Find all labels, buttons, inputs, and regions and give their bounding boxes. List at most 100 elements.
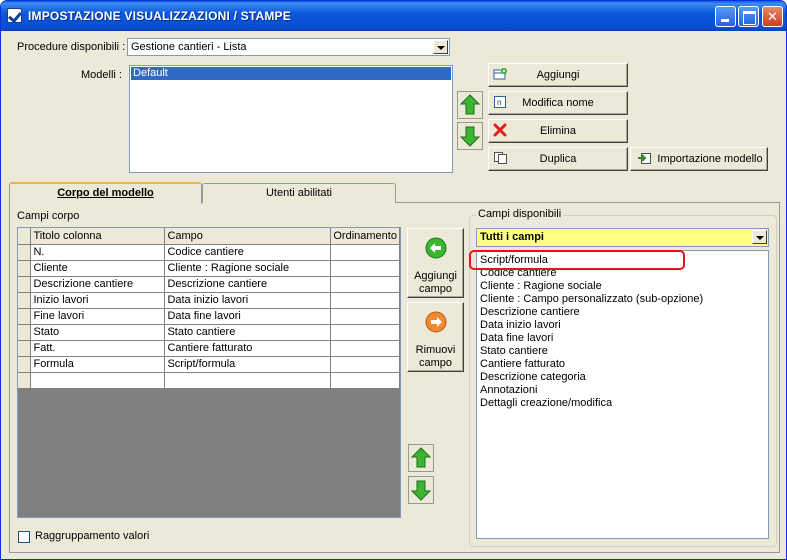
elimina-button[interactable]: Elimina [488, 119, 628, 143]
table-row[interactable]: Descrizione cantiere Descrizione cantier… [18, 276, 400, 293]
table-row[interactable]: N. Codice cantiere [18, 244, 400, 261]
cell-ordinamento[interactable] [330, 276, 400, 293]
move-field-down-button[interactable] [408, 476, 434, 504]
modelli-label: Modelli : [81, 69, 122, 81]
list-item[interactable]: Descrizione cantiere [478, 306, 767, 319]
import-icon [638, 153, 651, 164]
cell-campo[interactable]: Codice cantiere [164, 244, 332, 261]
cell-ordinamento[interactable] [330, 372, 400, 389]
arrow-right-circle-icon [425, 311, 447, 333]
duplica-label: Duplica [539, 153, 577, 165]
cell-campo[interactable] [164, 372, 332, 389]
cell-titolo[interactable]: Stato [30, 324, 166, 341]
cell-ordinamento[interactable] [330, 292, 400, 309]
row-header[interactable] [18, 244, 32, 261]
maximize-button[interactable] [738, 6, 759, 27]
campi-filter-select[interactable]: Tutti i campi [476, 228, 769, 247]
row-header[interactable] [18, 260, 32, 277]
table-row[interactable]: Formula Script/formula [18, 356, 400, 373]
campi-disponibili-title: Campi disponibili [476, 208, 564, 220]
raggruppamento-checkbox[interactable] [18, 531, 30, 543]
cell-ordinamento[interactable] [330, 324, 400, 341]
rimuovi-campo-label-2: campo [418, 357, 453, 369]
tab-corpo-label: Corpo del modello [57, 187, 154, 199]
list-item[interactable]: Cliente : Campo personalizzato (sub-opzi… [478, 293, 767, 306]
procedure-select[interactable]: Gestione cantieri - Lista [127, 38, 450, 56]
move-model-down-button[interactable] [457, 122, 483, 150]
campi-corpo-table: Titolo colonna Campo Ordinamento N. Codi… [18, 228, 400, 389]
cell-ordinamento[interactable] [330, 308, 400, 325]
cell-campo[interactable]: Cliente : Ragione sociale [164, 260, 332, 277]
aggiungi-button[interactable]: Aggiungi [488, 63, 628, 87]
title-bar[interactable]: IMPOSTAZIONE VISUALIZZAZIONI / STAMPE ✕ [1, 1, 786, 31]
modifica-nome-button[interactable]: n Modifica nome [488, 91, 628, 115]
arrow-down-icon [408, 476, 434, 504]
tab-corpo-del-modello[interactable]: Corpo del modello [9, 182, 202, 204]
list-item[interactable]: Data fine lavori [478, 332, 767, 345]
aggiungi-campo-button[interactable]: Aggiungi campo [407, 228, 464, 298]
row-header[interactable] [18, 276, 32, 293]
cell-titolo[interactable]: Formula [30, 356, 166, 373]
row-header[interactable] [18, 324, 32, 341]
minimize-button[interactable] [715, 6, 736, 27]
col-header-campo[interactable]: Campo [164, 228, 332, 245]
cell-campo[interactable]: Descrizione cantiere [164, 276, 332, 293]
cell-titolo[interactable]: Fatt. [30, 340, 166, 357]
cell-titolo[interactable]: Descrizione cantiere [30, 276, 166, 293]
rimuovi-campo-button[interactable]: Rimuovi campo [407, 302, 464, 372]
table-row[interactable]: Cliente Cliente : Ragione sociale [18, 260, 400, 277]
cell-titolo[interactable]: N. [30, 244, 166, 261]
duplica-button[interactable]: Duplica [488, 147, 628, 171]
row-header[interactable] [18, 356, 32, 373]
table-row[interactable] [18, 372, 400, 389]
list-item[interactable]: Dettagli creazione/modifica [478, 397, 767, 410]
table-row[interactable]: Fine lavori Data fine lavori [18, 308, 400, 325]
aggiungi-label: Aggiungi [536, 69, 580, 81]
row-header[interactable] [18, 340, 32, 357]
cell-titolo[interactable]: Cliente [30, 260, 166, 277]
cell-campo[interactable]: Script/formula [164, 356, 332, 373]
col-header-ordinamento[interactable]: Ordinamento [330, 228, 400, 245]
cell-titolo[interactable] [30, 372, 166, 389]
cell-campo[interactable]: Data inizio lavori [164, 292, 332, 309]
campi-disponibili-list[interactable]: Script/formula Codice cantiere Cliente :… [476, 250, 769, 539]
table-row[interactable]: Inizio lavori Data inizio lavori [18, 292, 400, 309]
chevron-down-icon[interactable] [433, 40, 448, 54]
list-item[interactable]: Cantiere fatturato [478, 358, 767, 371]
row-header[interactable] [18, 292, 32, 309]
list-item[interactable]: Stato cantiere [478, 345, 767, 358]
aggiungi-campo-label-1: Aggiungi [414, 270, 457, 282]
move-model-up-button[interactable] [457, 91, 483, 119]
cell-ordinamento[interactable] [330, 356, 400, 373]
chevron-down-icon[interactable] [752, 230, 767, 244]
list-item[interactable]: Descrizione categoria [478, 371, 767, 384]
grid-corner [18, 228, 32, 245]
close-button[interactable]: ✕ [762, 6, 783, 27]
list-item[interactable]: Annotazioni [478, 384, 767, 397]
cell-ordinamento[interactable] [330, 340, 400, 357]
cell-titolo[interactable]: Fine lavori [30, 308, 166, 325]
importazione-modello-button[interactable]: Importazione modello [630, 147, 768, 171]
table-row[interactable]: Stato Stato cantiere [18, 324, 400, 341]
tab-utenti-abilitati[interactable]: Utenti abilitati [202, 183, 396, 203]
list-item[interactable]: Cliente : Ragione sociale [478, 280, 767, 293]
col-header-titolo[interactable]: Titolo colonna [30, 228, 166, 245]
modelli-list[interactable]: Default [129, 65, 453, 173]
cell-campo[interactable]: Data fine lavori [164, 308, 332, 325]
arrow-up-icon [457, 91, 483, 119]
cell-ordinamento[interactable] [330, 244, 400, 261]
row-header[interactable] [18, 372, 32, 389]
move-field-up-button[interactable] [408, 444, 434, 472]
cell-ordinamento[interactable] [330, 260, 400, 277]
cell-campo[interactable]: Stato cantiere [164, 324, 332, 341]
checkbox-app-icon [7, 8, 22, 23]
cell-campo[interactable]: Cantiere fatturato [164, 340, 332, 357]
arrow-up-icon [408, 444, 434, 472]
table-row[interactable]: Fatt. Cantiere fatturato [18, 340, 400, 357]
modelli-item-default[interactable]: Default [131, 67, 451, 80]
list-item[interactable]: Data inizio lavori [478, 319, 767, 332]
row-header[interactable] [18, 308, 32, 325]
campi-corpo-grid[interactable]: Titolo colonna Campo Ordinamento N. Codi… [17, 227, 401, 518]
modifica-nome-label: Modifica nome [522, 97, 594, 109]
cell-titolo[interactable]: Inizio lavori [30, 292, 166, 309]
